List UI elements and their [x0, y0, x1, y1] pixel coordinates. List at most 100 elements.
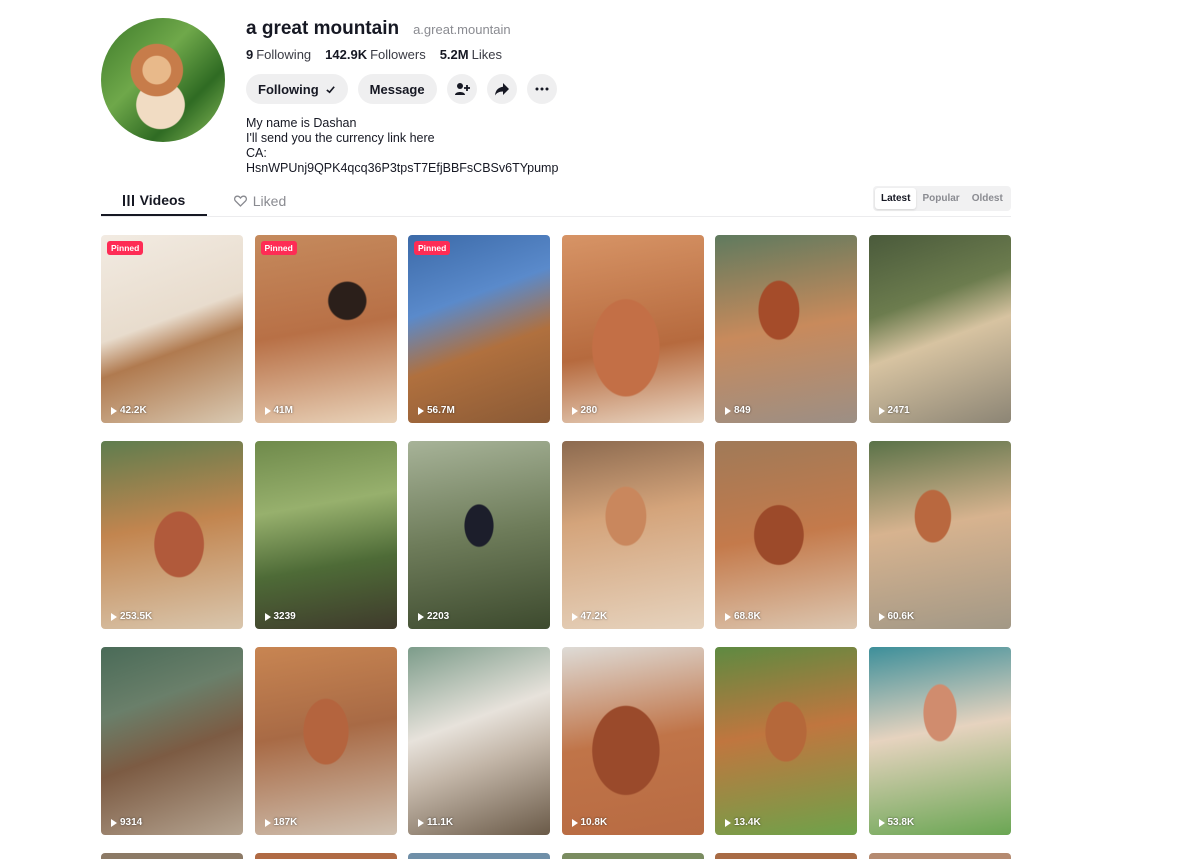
message-button-label: Message	[369, 81, 425, 97]
view-count: 47.2K	[571, 611, 607, 622]
play-icon	[878, 818, 885, 827]
display-name: a great mountain	[246, 18, 400, 39]
view-count-label: 60.6K	[887, 611, 915, 622]
play-icon	[878, 406, 885, 415]
video-thumbnail[interactable]: 280	[561, 235, 704, 423]
view-count-label: 9314	[120, 817, 143, 828]
video-thumbnail[interactable]: 187K	[254, 647, 397, 835]
play-icon	[418, 406, 424, 415]
view-count-label: 11.1K	[427, 817, 454, 828]
play-icon	[264, 818, 271, 827]
view-count: 10.8K	[571, 817, 608, 828]
tab-liked-label: Liked	[252, 193, 287, 209]
checkmark-icon	[325, 85, 335, 93]
view-count-label: 42.2K	[120, 405, 147, 416]
tabs-divider	[101, 216, 1011, 217]
play-icon	[418, 612, 424, 621]
play-icon	[725, 406, 731, 415]
view-count: 253.5K	[111, 611, 152, 622]
video-thumbnail[interactable]: 9314	[101, 647, 243, 835]
video-thumbnail[interactable]: 11.1K	[408, 647, 550, 835]
message-button[interactable]: Message	[357, 74, 437, 104]
play-icon	[725, 818, 731, 827]
play-icon	[111, 818, 117, 827]
sort-latest[interactable]: Latest	[875, 188, 917, 209]
following-stat[interactable]: 9 Following	[246, 47, 311, 62]
view-count: 53.8K	[878, 817, 915, 828]
video-thumbnail[interactable]	[101, 853, 243, 859]
video-thumbnail[interactable]: 2471	[868, 235, 1011, 423]
video-thumbnail[interactable]: Pinned 42.2K	[101, 235, 243, 423]
profile-stats: 9 Following 142.9K Followers 5.2M Likes	[246, 47, 558, 62]
bio-line: CA:	[246, 146, 267, 160]
followers-count: 142.9K	[325, 47, 368, 62]
view-count-label: 3239	[273, 611, 296, 622]
view-count-label: 849	[734, 405, 751, 416]
view-count: 3239	[264, 611, 296, 622]
view-count-label: 53.8K	[887, 817, 915, 828]
profile-bio: My name is Dashan I'll send you the curr…	[246, 116, 558, 176]
tab-videos[interactable]: Videos	[101, 186, 207, 216]
video-thumbnail[interactable]	[868, 853, 1011, 859]
video-thumbnail[interactable]: Pinned 56.7M	[408, 235, 550, 423]
profile-tabs: Videos Liked	[101, 186, 313, 216]
video-thumbnail[interactable]: 849	[715, 235, 857, 423]
video-thumbnail[interactable]: 68.8K	[715, 441, 857, 629]
video-thumbnail[interactable]: 3239	[254, 441, 397, 629]
view-count: 13.4K	[725, 817, 761, 828]
profile-actions: Following Message	[246, 74, 558, 104]
video-thumbnail[interactable]: 10.8K	[561, 647, 704, 835]
video-thumbnail[interactable]: Pinned 41M	[254, 235, 397, 423]
sort-oldest[interactable]: Oldest	[966, 188, 1009, 209]
video-grid: Pinned 42.2K Pinned 41M Pinned 56.7M 280 849 247…	[101, 235, 1011, 835]
view-count: 187K	[264, 817, 297, 828]
play-icon	[418, 818, 424, 827]
videos-grid-icon	[122, 194, 134, 206]
likes-stat: 5.2M Likes	[440, 47, 502, 62]
sort-popular[interactable]: Popular	[916, 188, 965, 209]
followers-stat[interactable]: 142.9K Followers	[325, 47, 426, 62]
play-icon	[264, 406, 271, 415]
video-thumbnail[interactable]: 13.4K	[715, 647, 857, 835]
add-friend-button[interactable]	[446, 74, 477, 104]
play-icon	[571, 406, 578, 415]
video-thumbnail[interactable]	[254, 853, 397, 859]
view-count: 280	[571, 405, 597, 416]
view-count-label: 68.8K	[734, 611, 761, 622]
more-icon	[535, 87, 549, 91]
username-handle: a.great.mountain	[413, 22, 511, 37]
view-count: 2203	[418, 611, 449, 622]
following-label: Following	[256, 47, 312, 62]
video-thumbnail[interactable]: 47.2K	[561, 441, 704, 629]
more-options-button[interactable]	[526, 74, 557, 104]
play-icon	[264, 612, 271, 621]
view-count: 849	[725, 405, 751, 416]
video-thumbnail[interactable]: 2203	[408, 441, 550, 629]
play-icon	[111, 612, 117, 621]
video-thumbnail[interactable]	[561, 853, 704, 859]
likes-count: 5.2M	[439, 47, 469, 62]
followers-label: Followers	[370, 47, 426, 62]
view-count-label: 2203	[427, 611, 450, 622]
following-button[interactable]: Following	[246, 74, 348, 104]
profile-avatar[interactable]	[101, 18, 225, 142]
view-count-label: 13.4K	[734, 817, 761, 828]
pinned-badge: Pinned	[107, 241, 144, 255]
video-thumbnail[interactable]: 53.8K	[868, 647, 1011, 835]
share-button[interactable]	[486, 74, 517, 104]
tab-videos-label: Videos	[139, 192, 186, 208]
video-thumbnail[interactable]: 253.5K	[101, 441, 243, 629]
profile-info: a great mountain a.great.mountain 9 Follo…	[246, 18, 558, 176]
play-icon	[878, 612, 885, 621]
view-count-label: 10.8K	[580, 817, 608, 828]
liked-heart-icon	[233, 195, 247, 207]
tab-liked[interactable]: Liked	[207, 186, 313, 216]
view-count-label: 41M	[273, 405, 293, 416]
play-icon	[111, 406, 117, 415]
video-thumbnail[interactable]: 60.6K	[868, 441, 1011, 629]
view-count: 2471	[878, 405, 910, 416]
video-thumbnail[interactable]	[408, 853, 550, 859]
view-count-label: 56.7M	[427, 405, 455, 416]
bio-line: My name is Dashan	[246, 116, 357, 130]
video-thumbnail[interactable]	[715, 853, 857, 859]
